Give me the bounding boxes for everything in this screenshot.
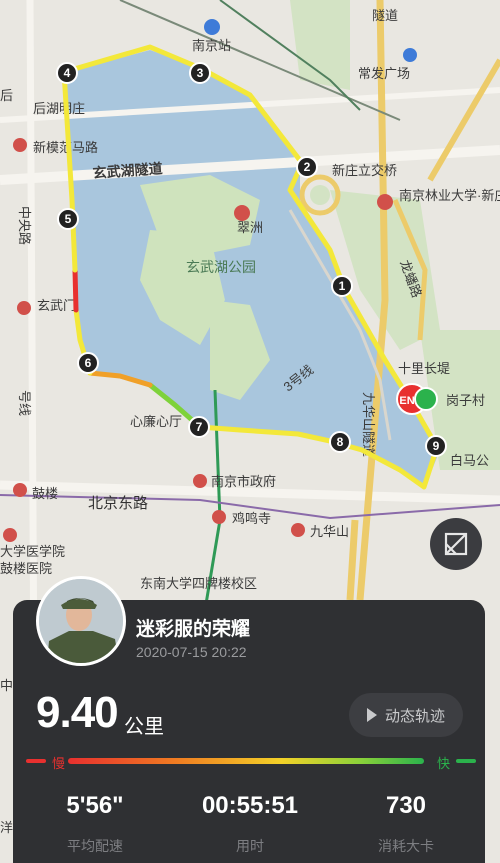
svg-text:3: 3 <box>197 66 204 80</box>
km-marker: 8 <box>329 431 351 453</box>
cuizhou-label: 翠洲 <box>237 220 263 235</box>
xinlian-label: 心廉心厅 <box>130 414 182 429</box>
route-replay-button[interactable]: 动态轨迹 <box>349 693 463 737</box>
xinmofan-label: 新模范马路 <box>33 140 98 155</box>
expand-map-icon <box>444 532 468 556</box>
user-photo <box>39 579 123 663</box>
scenic-spot-icon <box>234 205 250 221</box>
svg-text:8: 8 <box>337 435 344 449</box>
calories-stat: 730 消耗大卡 <box>336 792 476 856</box>
hou-label: 后 <box>0 88 13 103</box>
avatar[interactable] <box>36 576 126 666</box>
km-marker: 3 <box>189 62 211 84</box>
svg-text:2: 2 <box>304 160 311 174</box>
university-icon <box>377 194 393 210</box>
scenic-spot-icon <box>13 483 27 497</box>
route-replay-label: 动态轨迹 <box>384 707 445 725</box>
svg-text:9: 9 <box>433 439 440 453</box>
km-marker: 2 <box>296 156 318 178</box>
calories-label: 消耗大卡 <box>378 838 434 854</box>
pace-legend-fast-line <box>456 759 476 763</box>
parking-icon <box>403 48 417 62</box>
jiuhuashan-label: 九华山 <box>310 524 349 539</box>
distance-value: 9.40 <box>36 688 119 737</box>
beijing-east-label: 北京东路 <box>88 495 148 512</box>
hou-hu-label: 后湖明庄 <box>33 101 85 116</box>
zhong-label: 中 <box>0 678 13 693</box>
yang-label: 洋 <box>0 820 13 835</box>
gulou-hosp-label: 鼓楼医院 <box>0 561 52 576</box>
seu-label: 东南大学四牌楼校区 <box>140 576 257 591</box>
km-marker: 6 <box>77 352 99 374</box>
svg-text:5: 5 <box>65 212 72 226</box>
svg-text:6: 6 <box>85 356 92 370</box>
svg-text:7: 7 <box>196 420 203 434</box>
jiming-label: 鸡鸣寺 <box>232 511 271 526</box>
gov-label: 南京市政府 <box>211 474 276 489</box>
duration-stat: 00:55:51 用时 <box>180 792 320 856</box>
baima-label: 白马公 <box>450 453 489 468</box>
duration-label: 用时 <box>236 838 264 854</box>
fullscreen-map-button[interactable] <box>430 518 482 570</box>
scenic-spot-icon <box>291 523 305 537</box>
xuanwu-park-label: 玄武湖公园 <box>186 259 256 275</box>
svg-text:4: 4 <box>64 66 71 80</box>
play-icon <box>366 708 377 722</box>
location-pin-icon <box>13 138 27 152</box>
user-name: 迷彩服的荣耀 <box>136 619 251 640</box>
duration-value: 00:55:51 <box>201 792 299 819</box>
government-icon <box>193 474 207 488</box>
pace-legend-slow-line <box>26 759 46 763</box>
shili-label: 十里长堤 <box>398 361 450 376</box>
pace-fast-label: 快 <box>437 756 451 771</box>
forestry-univ-label: 南京林业大学·新庄 <box>399 188 500 203</box>
scenic-spot-icon <box>17 301 31 315</box>
gangzi-label: 岗子村 <box>446 393 485 408</box>
svg-text:1: 1 <box>339 279 346 293</box>
xuanwumen-label: 玄武门 <box>37 298 76 313</box>
km-marker: 1 <box>331 275 353 297</box>
jiuhua-tunnel-label: 九华山隧道 <box>361 392 376 457</box>
nanjing-station-label: 南京站 <box>192 38 231 53</box>
pace-gradient-bar <box>68 758 424 764</box>
hanxian-label: 号线 <box>17 390 32 416</box>
pace-value: 5'56" <box>66 792 124 819</box>
calories-value: 730 <box>385 792 427 819</box>
pace-slow-label: 慢 <box>52 756 66 771</box>
km-marker: 5 <box>57 208 79 230</box>
run-datetime: 2020-07-15 20:22 <box>136 644 247 660</box>
km-marker: 7 <box>188 416 210 438</box>
xinzhuang-interchange-label: 新庄立交桥 <box>332 163 397 178</box>
distance-unit: 公里 <box>124 716 164 738</box>
temple-icon <box>212 510 226 524</box>
changfa-label: 常发广场 <box>358 66 410 81</box>
zhongyang-label: 中央路 <box>17 206 32 245</box>
tunnel-top-label: 隧道 <box>372 8 398 23</box>
hospital-icon <box>3 528 17 542</box>
pace-stat: 5'56" 平均配速 <box>25 792 165 856</box>
train-station-icon <box>204 19 220 35</box>
med-univ-label: 大学医学院 <box>0 544 65 559</box>
km-marker: 9 <box>425 435 447 457</box>
pace-label: 平均配速 <box>67 838 123 854</box>
km-marker: 4 <box>56 62 78 84</box>
start-marker <box>414 387 438 411</box>
gulou-label: 鼓楼 <box>32 486 58 501</box>
